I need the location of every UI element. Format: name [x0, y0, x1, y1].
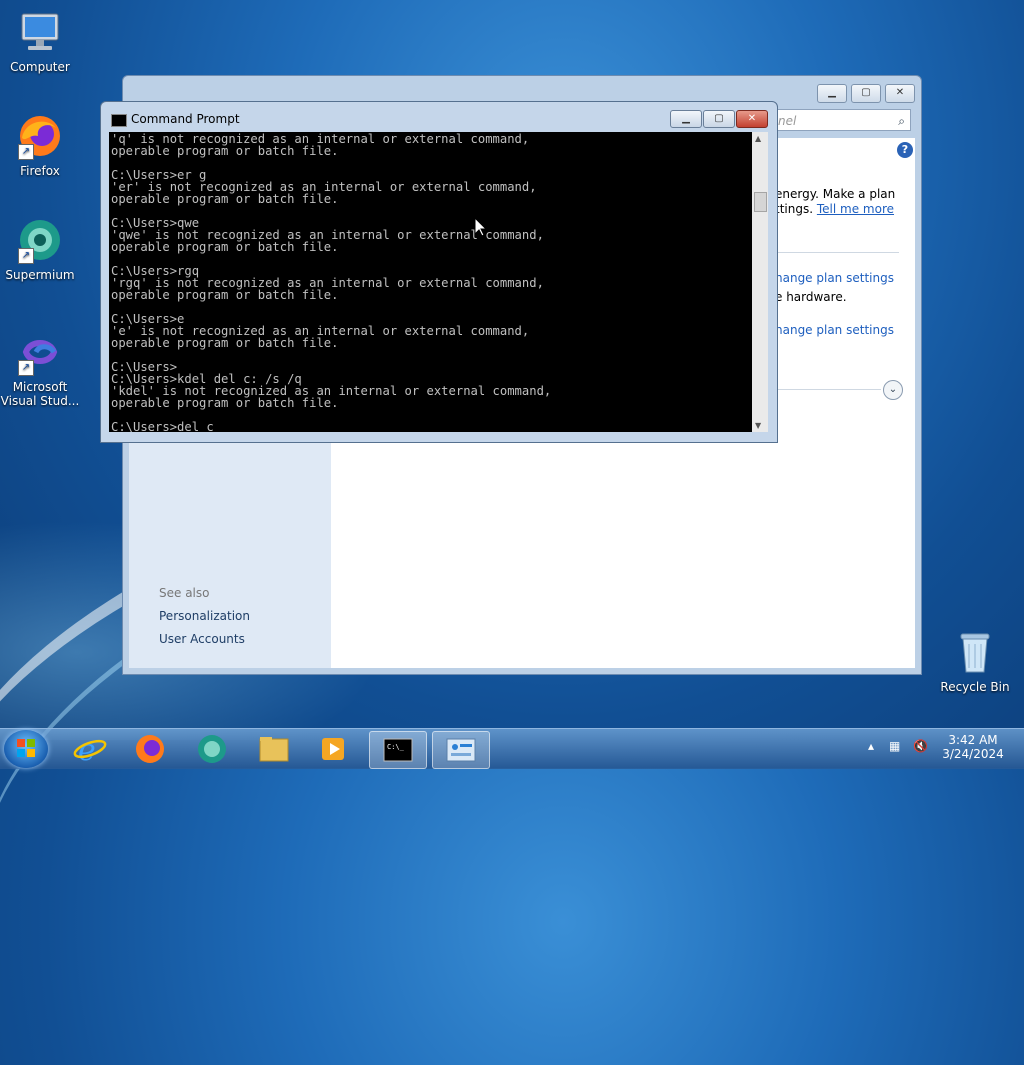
shortcut-arrow-icon: ↗	[18, 144, 34, 160]
minimize-button[interactable]: ▁	[670, 110, 702, 128]
taskbar-file-explorer[interactable]	[246, 731, 302, 767]
console-output: 'q' is not recognized as an internal or …	[111, 132, 552, 432]
shortcut-arrow-icon: ↗	[18, 360, 34, 376]
folder-icon	[259, 737, 289, 762]
taskbar-control-panel[interactable]	[432, 731, 490, 769]
desktop-icon-visual-studio[interactable]: ↗ Microsoft Visual Stud...	[0, 328, 80, 408]
plan-description-2: ttings. Tell me more	[775, 202, 895, 216]
clock[interactable]: 3:42 AM 3/24/2024	[936, 733, 1010, 761]
minimize-button[interactable]: ▁	[817, 84, 847, 103]
taskbar-media-player[interactable]	[306, 731, 362, 767]
tell-me-more-link[interactable]: Tell me more	[817, 202, 894, 216]
taskbar-command-prompt[interactable]: C:\_	[369, 731, 427, 769]
clock-date: 3/24/2024	[942, 747, 1004, 761]
user-accounts-link[interactable]: User Accounts	[159, 632, 245, 646]
close-button[interactable]: ✕	[885, 84, 915, 103]
plan-description: energy. Make a plan	[775, 187, 896, 201]
change-plan-settings-link[interactable]: hange plan settings	[775, 271, 894, 285]
visual-studio-icon: ↗	[16, 328, 64, 376]
divider	[771, 389, 881, 390]
network-icon[interactable]: ▦	[889, 739, 900, 753]
help-icon[interactable]: ?	[897, 142, 913, 158]
internet-explorer-icon: e	[73, 733, 107, 768]
desktop-icon-label: Firefox	[20, 164, 60, 178]
firefox-icon: ↗	[16, 112, 64, 160]
search-icon: ⌕	[898, 114, 905, 128]
maximize-button[interactable]: ▢	[703, 110, 735, 128]
cmd-window-icon	[111, 114, 127, 127]
desktop-icon-label: Computer	[10, 60, 70, 74]
scroll-down-icon[interactable]: ▼	[755, 421, 761, 430]
taskbar-firefox[interactable]	[122, 731, 178, 767]
supermium-icon	[198, 735, 226, 763]
console-area[interactable]: 'q' is not recognized as an internal or …	[109, 132, 752, 432]
desktop-icon-label: Recycle Bin	[940, 680, 1010, 694]
desktop-icon-supermium[interactable]: ↗ Supermium	[0, 216, 80, 282]
maximize-button[interactable]: ▢	[851, 84, 881, 103]
shortcut-arrow-icon: ↗	[18, 248, 34, 264]
desktop-icon-firefox[interactable]: ↗ Firefox	[0, 112, 80, 178]
media-player-icon	[322, 738, 344, 760]
computer-icon	[16, 8, 64, 56]
command-prompt-window[interactable]: Command Prompt ▁ ▢ ✕ 'q' is not recogniz…	[100, 101, 778, 443]
control-panel-icon	[446, 738, 476, 762]
command-prompt-icon: C:\_	[383, 738, 413, 762]
desktop-icon-computer[interactable]: Computer	[0, 8, 80, 74]
desktop-icon-label: Microsoft Visual Stud...	[0, 380, 80, 408]
expand-chevron-icon[interactable]: ⌄	[883, 380, 903, 400]
svg-text:e: e	[78, 733, 96, 767]
see-also-heading: See also	[159, 586, 210, 600]
desktop-icon-recycle-bin[interactable]: Recycle Bin	[935, 628, 1015, 694]
firefox-icon	[136, 735, 164, 763]
svg-text:C:\_: C:\_	[387, 743, 405, 751]
vertical-scrollbar[interactable]: ▲ ▼	[752, 132, 768, 432]
taskbar: e C:\_ ▴ ▦ 🔇 3:42 AM 3/24/2024	[0, 728, 1024, 769]
plan-hardware-text: e hardware.	[775, 290, 847, 304]
scroll-up-icon[interactable]: ▲	[755, 134, 761, 143]
window-title: Command Prompt	[131, 112, 240, 126]
search-placeholder: nel	[778, 114, 797, 128]
taskbar-internet-explorer[interactable]: e	[62, 731, 118, 768]
desktop-icon-label: Supermium	[5, 268, 75, 282]
scrollbar-thumb[interactable]	[754, 192, 767, 212]
recycle-bin-icon	[951, 628, 999, 676]
change-plan-settings-link[interactable]: hange plan settings	[775, 323, 894, 337]
clock-time: 3:42 AM	[948, 733, 998, 747]
start-button[interactable]	[4, 730, 48, 768]
search-input[interactable]: nel ⌕	[773, 109, 911, 131]
show-hidden-icons-chevron-icon[interactable]: ▴	[868, 739, 874, 753]
close-button[interactable]: ✕	[736, 110, 768, 128]
volume-muted-icon[interactable]: 🔇	[913, 739, 928, 753]
personalization-link[interactable]: Personalization	[159, 609, 250, 623]
taskbar-supermium[interactable]	[184, 731, 240, 767]
divider	[771, 252, 899, 253]
mouse-cursor-icon	[474, 216, 488, 239]
supermium-icon: ↗	[16, 216, 64, 264]
